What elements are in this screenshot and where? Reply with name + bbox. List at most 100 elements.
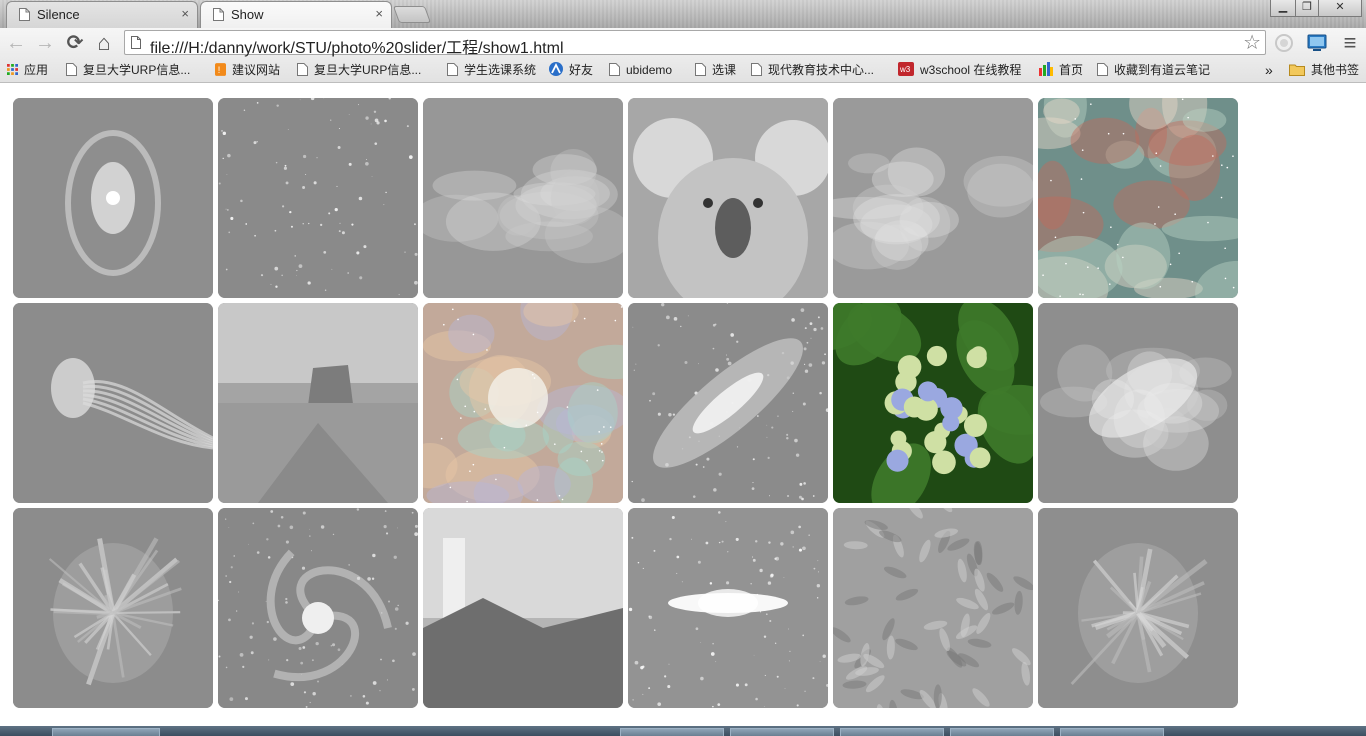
bookmark-label: 复旦大学URP信息... [83, 63, 191, 77]
suggested-sites-icon: ! [215, 63, 226, 76]
renren-icon [549, 62, 563, 76]
bookmarks-overflow-button[interactable]: » [1265, 62, 1273, 80]
bookmark-item[interactable]: 选课 [695, 62, 736, 80]
photo-thumbnail[interactable] [13, 508, 213, 708]
taskbar-item[interactable] [840, 728, 944, 736]
bookmark-item[interactable]: ubidemo [609, 62, 672, 80]
bookmarks-bar: 应用 复旦大学URP信息... ! 建议网站 复旦大学URP信息... 学生选课系… [0, 58, 1366, 83]
other-bookmarks-folder[interactable]: 其他书签 [1289, 62, 1359, 80]
address-bar[interactable]: file:///H:/danny/work/STU/photo%20slider… [124, 30, 1266, 58]
bookmark-label: ubidemo [626, 63, 673, 77]
photo-thumbnail[interactable] [833, 98, 1033, 298]
photo-thumbnail[interactable] [1038, 303, 1238, 503]
taskbar-item[interactable] [1060, 728, 1164, 736]
window-close-button[interactable]: ✕ [1318, 0, 1362, 17]
bookmark-label: 选课 [712, 63, 737, 77]
thumbnail-image [1038, 98, 1238, 298]
bookmark-item[interactable]: 收藏到有道云笔记 [1097, 62, 1210, 80]
photo-thumbnail[interactable] [218, 98, 418, 298]
restore-button[interactable]: ❐ [1295, 0, 1319, 17]
bookmark-label: w3school 在线教程 [920, 63, 1022, 77]
bookmark-item[interactable]: w3 w3school 在线教程 [898, 62, 1021, 80]
photo-thumbnail[interactable] [628, 508, 828, 708]
bookmark-label: 首页 [1059, 63, 1084, 77]
svg-text:w3: w3 [899, 65, 911, 74]
bookmark-label: 好友 [569, 63, 594, 77]
thumbnail-image [423, 508, 623, 708]
bookmark-item[interactable]: 学生选课系统 [447, 62, 536, 80]
page-icon [213, 8, 224, 21]
photo-thumbnail[interactable] [833, 303, 1033, 503]
photo-thumbnail[interactable] [13, 98, 213, 298]
minimize-button[interactable]: ▁ [1270, 0, 1296, 17]
tab-title: Show [231, 7, 264, 22]
svg-text:!: ! [218, 65, 221, 75]
thumbnail-image [1038, 303, 1238, 503]
bookmark-item[interactable]: 现代教育技术中心... [751, 62, 874, 80]
taskbar-item[interactable] [730, 728, 834, 736]
windows-taskbar [0, 726, 1366, 736]
thumbnail-image [218, 303, 418, 503]
photo-thumbnail[interactable] [218, 303, 418, 503]
taskbar-item[interactable] [950, 728, 1054, 736]
folder-icon [1289, 64, 1305, 76]
photo-thumbnail[interactable] [833, 508, 1033, 708]
forward-button[interactable]: → [33, 31, 57, 55]
thumbnail-image [1038, 508, 1238, 708]
bookmark-item[interactable]: 复旦大学URP信息... [297, 62, 421, 80]
taskbar-item[interactable] [52, 728, 160, 736]
home-button[interactable]: ⌂ [92, 31, 116, 55]
photo-thumbnail[interactable] [423, 508, 623, 708]
back-button[interactable]: ← [4, 31, 28, 55]
thumbnail-image [13, 303, 213, 503]
page-icon [609, 63, 620, 76]
page-icon [19, 8, 30, 21]
page-icon [695, 63, 706, 76]
photo-thumbnail[interactable] [628, 98, 828, 298]
bookmark-item[interactable]: ! 建议网站 [215, 62, 280, 80]
thumbnail-image [218, 98, 418, 298]
tab-silence[interactable]: Silence × [6, 1, 198, 28]
bookmark-star-icon[interactable]: ☆ [1243, 31, 1261, 55]
photo-thumbnail[interactable] [1038, 508, 1238, 708]
photo-thumbnail[interactable] [628, 303, 828, 503]
thumbnail-image [628, 98, 828, 298]
url-text[interactable]: file:///H:/danny/work/STU/photo%20slider… [150, 34, 564, 58]
bookmark-item[interactable]: 首页 [1039, 62, 1083, 80]
w3school-icon: w3 [898, 62, 914, 76]
thumbnail-image [833, 508, 1033, 708]
thumbnail-image [13, 508, 213, 708]
photo-thumbnail[interactable] [218, 508, 418, 708]
tab-strip: Silence × Show × ▁ ❐ ✕ [0, 0, 1366, 28]
close-tab-icon[interactable]: × [375, 6, 383, 21]
extension-circle-icon[interactable] [1274, 33, 1294, 53]
bookmark-label: 收藏到有道云笔记 [1114, 63, 1211, 77]
thumbnail-image [13, 98, 213, 298]
bookmark-item[interactable]: 好友 [549, 62, 593, 80]
photo-thumbnail[interactable] [423, 303, 623, 503]
apps-icon [7, 64, 18, 75]
close-tab-icon[interactable]: × [181, 6, 189, 21]
reload-button[interactable]: ⟳ [63, 31, 87, 55]
taskbar-item[interactable] [620, 728, 724, 736]
page-icon [131, 36, 141, 49]
bookmark-item[interactable]: 复旦大学URP信息... [66, 62, 190, 80]
photo-thumbnail[interactable] [1038, 98, 1238, 298]
new-tab-button[interactable] [392, 6, 432, 23]
thumbnail-image [833, 303, 1033, 503]
page-icon [1097, 63, 1108, 76]
screen-capture-icon[interactable] [1306, 32, 1328, 54]
photo-thumbnail[interactable] [423, 98, 623, 298]
page-icon [66, 63, 77, 76]
chrome-menu-icon[interactable]: ≡ [1338, 31, 1362, 55]
page-content [0, 83, 1366, 726]
page-icon [297, 63, 308, 76]
photo-thumbnail[interactable] [13, 303, 213, 503]
tab-show[interactable]: Show × [200, 1, 392, 28]
bookmark-label: 建议网站 [232, 63, 281, 77]
bookmark-apps[interactable]: 应用 [7, 62, 48, 80]
bookmark-label: 应用 [24, 63, 49, 77]
page-icon [447, 63, 458, 76]
thumbnail-image [628, 508, 828, 708]
bookmark-label: 学生选课系统 [464, 63, 537, 77]
